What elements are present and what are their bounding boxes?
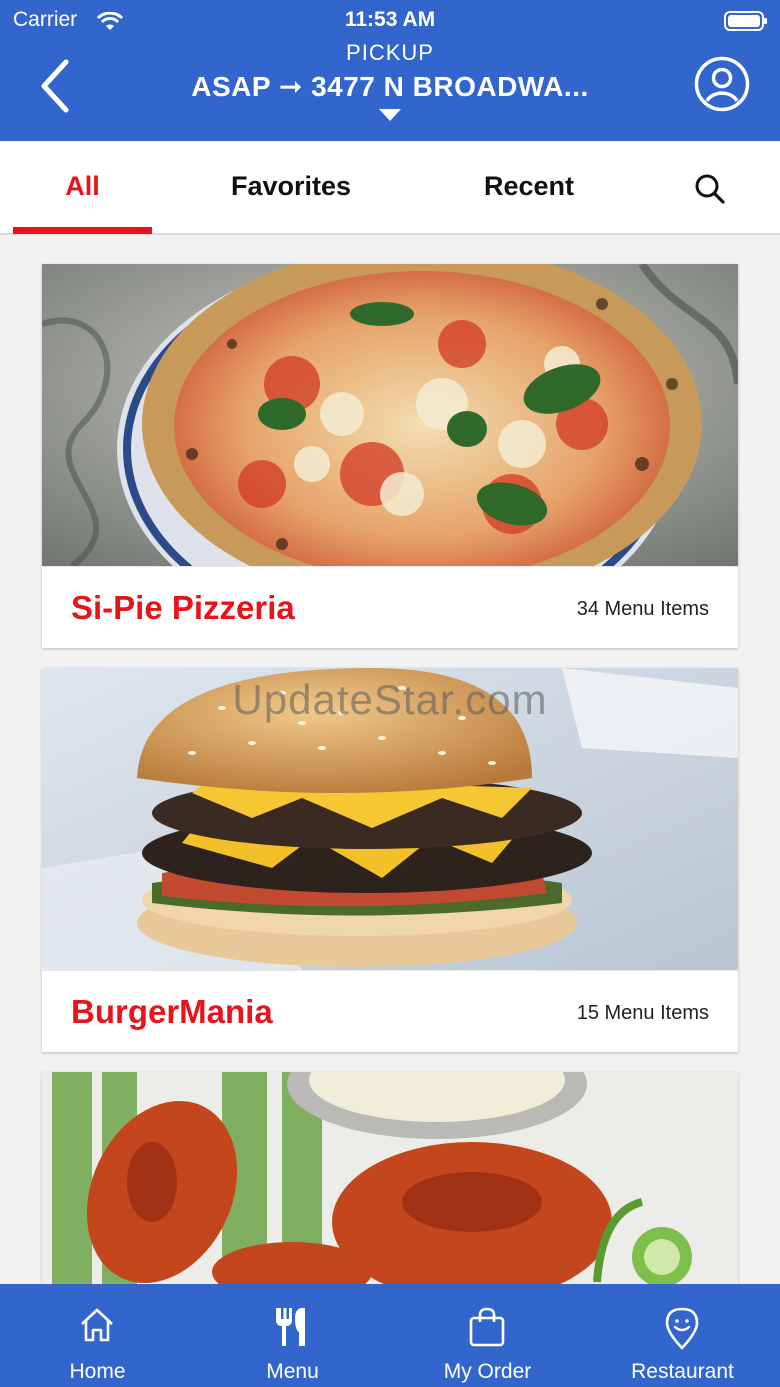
card-footer: Si-Pie Pizzeria 34 Menu Items <box>42 566 738 648</box>
chevron-down-icon <box>379 109 401 121</box>
nav-my-order-label: My Order <box>443 1360 532 1383</box>
nav-restaurant-label: Restaurant <box>631 1360 734 1383</box>
nav-home[interactable]: Home <box>0 1284 195 1387</box>
restaurant-card[interactable] <box>42 1072 738 1284</box>
arrow-right-icon: ➞ <box>278 71 303 102</box>
tab-favorites[interactable]: Favorites <box>211 171 371 202</box>
top-header: Carrier 11:53 AM PICKUP ASAP ➞ 3477 N BR… <box>0 0 780 141</box>
restaurant-name: Si-Pie Pizzeria <box>71 589 295 626</box>
bottom-navigation: Home Menu My Order Restaurant <box>0 1284 780 1387</box>
home-icon <box>81 1308 113 1342</box>
restaurant-card[interactable]: BurgerMania 15 Menu Items <box>42 668 738 1052</box>
search-icon[interactable] <box>694 173 726 205</box>
clock: 11:53 AM <box>344 8 436 31</box>
location-pin-icon <box>665 1307 699 1350</box>
order-mode-label: PICKUP <box>346 40 434 65</box>
nav-restaurant[interactable]: Restaurant <box>585 1284 780 1387</box>
menu-item-count: 34 Menu Items <box>576 598 709 620</box>
restaurant-card[interactable]: Si-Pie Pizzeria 34 Menu Items <box>42 264 738 648</box>
chicken-wings-image <box>42 1072 738 1284</box>
pizza-image <box>42 264 738 566</box>
status-bar: Carrier 11:53 AM <box>0 6 780 36</box>
active-tab-indicator <box>13 227 152 234</box>
pickup-time: ASAP <box>191 71 271 102</box>
nav-menu-label: Menu <box>266 1360 319 1383</box>
back-arrow-icon[interactable] <box>36 56 76 116</box>
nav-home-label: Home <box>69 1360 126 1383</box>
bag-icon <box>469 1307 505 1347</box>
menu-item-count: 15 Menu Items <box>576 1002 709 1024</box>
address-text: 3477 N BROADWA... <box>311 71 589 102</box>
nav-my-order[interactable]: My Order <box>390 1284 585 1387</box>
restaurant-name: BurgerMania <box>71 993 273 1030</box>
tab-recent[interactable]: Recent <box>459 171 599 202</box>
nav-menu[interactable]: Menu <box>195 1284 390 1387</box>
filter-tabs: All Favorites Recent <box>0 141 780 235</box>
tab-all[interactable]: All <box>13 171 152 202</box>
pickup-address: ASAP ➞ 3477 N BROADWA... <box>150 70 630 103</box>
fork-knife-icon <box>276 1308 305 1346</box>
account-icon[interactable] <box>694 56 750 112</box>
pickup-selector[interactable]: PICKUP ASAP ➞ 3477 N BROADWA... <box>150 40 630 121</box>
watermark: UpdateStar.com <box>232 676 548 723</box>
card-footer: BurgerMania 15 Menu Items <box>42 970 738 1052</box>
battery-icon <box>724 11 767 31</box>
